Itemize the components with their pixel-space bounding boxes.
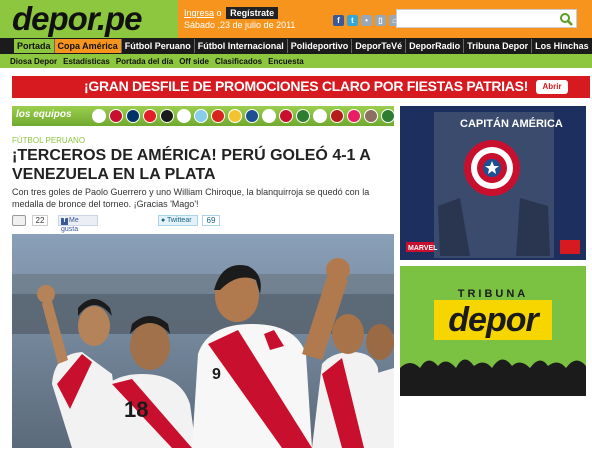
subnav-item[interactable]: Encuesta <box>268 57 310 66</box>
nav-item[interactable]: DeporRadio <box>406 39 465 53</box>
subnav-item[interactable]: Off side <box>179 57 215 66</box>
search-icon[interactable] <box>559 12 573 26</box>
account-links: Ingresa o Regístrate <box>184 7 279 19</box>
comment-icon[interactable] <box>12 215 26 226</box>
team-badge-icon[interactable] <box>245 109 259 123</box>
nav-item[interactable]: Tribuna Depor <box>464 39 533 53</box>
twitter-icon[interactable]: t <box>347 15 358 26</box>
teams-label: los equipos <box>16 109 72 120</box>
header-logo-area: depor.pe <box>0 0 178 38</box>
article-summary: Con tres goles de Paolo Guerrero y uno W… <box>12 187 370 209</box>
team-badge-icon[interactable] <box>228 109 242 123</box>
svg-text:18: 18 <box>124 397 148 422</box>
rss-icon[interactable]: • <box>361 15 372 26</box>
team-badge-icon[interactable] <box>194 109 208 123</box>
page-root: depor.pe Ingresa o Regístrate Sábado ,23… <box>0 0 592 458</box>
section-label[interactable]: FÚTBOL PERUANO <box>12 136 85 145</box>
team-badge-icon[interactable] <box>160 109 174 123</box>
ad-depor-label: depor <box>448 301 538 339</box>
tweet-count: 69 <box>202 215 220 226</box>
team-badge-icon[interactable] <box>347 109 361 123</box>
share-bar: 22 f Me gusta ● Twittear 69 <box>12 214 394 233</box>
search-input[interactable] <box>396 9 577 28</box>
nav-item[interactable]: Fútbol Peruano <box>122 39 195 53</box>
promo-open-button[interactable]: Abrir <box>536 80 568 94</box>
nav-item[interactable]: Copa América <box>54 39 122 53</box>
nav-item[interactable]: Portada <box>14 39 55 53</box>
or-label: o <box>216 8 222 18</box>
team-badge-icon[interactable] <box>279 109 293 123</box>
captain-america-ad[interactable]: MARVEL CAPITÁN AMÉRICA <box>400 106 586 260</box>
subnav-item[interactable]: Clasificados <box>215 57 268 66</box>
nav-item[interactable]: Fútbol Internacional <box>195 39 288 53</box>
subnav-item[interactable]: Portada del día <box>116 57 179 66</box>
team-badge-icon[interactable] <box>211 109 225 123</box>
players-celebrating-image: 18 9 <box>12 234 394 448</box>
team-badge-icon[interactable] <box>313 109 327 123</box>
ad-tribuna-label: TRIBUNA <box>457 288 529 300</box>
team-badge-icon[interactable] <box>177 109 191 123</box>
tribuna-depor-ad[interactable]: TRIBUNA depor <box>400 266 586 396</box>
facebook-icon: f <box>61 218 68 225</box>
team-badge-icon[interactable] <box>262 109 276 123</box>
team-badge-icon[interactable] <box>296 109 310 123</box>
main-nav: Portada Copa América Fútbol Peruano Fútbol … <box>0 38 592 54</box>
nav-item[interactable]: Los Hinchas <box>532 39 592 53</box>
promo-text: ¡GRAN DESFILE DE PROMOCIONES CLARO POR F… <box>84 78 528 94</box>
article-headline[interactable]: ¡TERCEROS DE AMÉRICA! PERÚ GOLEÓ 4-1 A V… <box>12 146 392 184</box>
team-badge-icon[interactable] <box>126 109 140 123</box>
team-badge-icon[interactable] <box>109 109 123 123</box>
team-badge-icon[interactable] <box>143 109 157 123</box>
facebook-icon[interactable]: f <box>333 15 344 26</box>
comment-count: 22 <box>32 215 48 226</box>
social-icons: f t • ▯ ⌂ <box>333 15 400 26</box>
subnav-item[interactable]: Diosa Depor <box>10 57 63 66</box>
team-badge-icon[interactable] <box>92 109 106 123</box>
date-label: Sábado ,23 de julio de 2011 <box>184 20 296 30</box>
team-badge-icon[interactable] <box>364 109 378 123</box>
team-badge-icon[interactable] <box>330 109 344 123</box>
ad-title: CAPITÁN AMÉRICA <box>460 118 563 130</box>
subnav-item[interactable]: Estadísticas <box>63 57 116 66</box>
register-button[interactable]: Regístrate <box>226 7 279 19</box>
tweet-button[interactable]: ● Twittear <box>158 215 198 226</box>
nav-item[interactable]: Polideportivo <box>288 39 353 53</box>
nav-item[interactable]: DeporTeVé <box>352 39 407 53</box>
login-link[interactable]: Ingresa <box>184 8 214 18</box>
facebook-like-button[interactable]: f Me gusta <box>58 215 98 233</box>
sub-nav: Diosa Depor Estadísticas Portada del día Of… <box>0 54 592 68</box>
teams-bar: los equipos <box>12 106 395 126</box>
tweet-label: Twittear <box>167 217 192 224</box>
mobile-icon[interactable]: ▯ <box>375 15 386 26</box>
promo-banner[interactable]: ¡GRAN DESFILE DE PROMOCIONES CLARO POR F… <box>12 76 590 98</box>
team-badge-icon[interactable] <box>381 109 395 123</box>
team-badges <box>92 109 395 123</box>
article-photo[interactable]: 18 9 <box>12 234 394 448</box>
svg-text:9: 9 <box>212 366 221 383</box>
svg-text:MARVEL: MARVEL <box>408 245 438 252</box>
site-logo[interactable]: depor.pe <box>12 0 143 38</box>
